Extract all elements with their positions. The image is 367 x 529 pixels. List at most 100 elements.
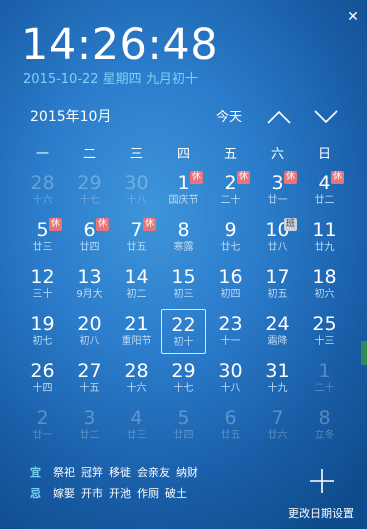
day-cell-other-month[interactable]: 29 十七 bbox=[66, 167, 113, 214]
day-lunar-label: 十八 bbox=[126, 195, 147, 206]
day-cell[interactable]: 9 廿七 bbox=[207, 214, 254, 261]
day-cell[interactable]: 4 廿二休 bbox=[301, 167, 348, 214]
day-cell[interactable]: 24 霜降 bbox=[254, 308, 301, 355]
day-cell-other-month[interactable]: 6 廿五 bbox=[207, 402, 254, 449]
day-cell[interactable]: 28 十六 bbox=[113, 355, 160, 402]
day-cell-other-month[interactable]: 30 十八 bbox=[113, 167, 160, 214]
day-lunar-label: 廿一 bbox=[32, 430, 53, 441]
day-number: 19 bbox=[30, 313, 55, 335]
day-cell[interactable]: 10 廿八班 bbox=[254, 214, 301, 261]
day-number: 6 bbox=[224, 407, 237, 429]
day-cell-other-month[interactable]: 3 廿二 bbox=[66, 402, 113, 449]
day-lunar-label: 初七 bbox=[32, 336, 53, 347]
holiday-badge: 休 bbox=[190, 171, 203, 184]
day-number: 8 bbox=[177, 219, 190, 241]
almanac-yi-label: 宜 bbox=[30, 466, 41, 479]
day-cell[interactable]: 6 廿四休 bbox=[66, 214, 113, 261]
clock-time: 14:26:48 bbox=[21, 20, 219, 70]
almanac-yi-row: 宜 祭祀 冠笄 移徙 会亲友 纳财 bbox=[30, 462, 204, 483]
day-cell[interactable]: 29 十七 bbox=[160, 355, 207, 402]
holiday-badge: 休 bbox=[143, 218, 156, 231]
day-cell[interactable]: 15 初三 bbox=[160, 261, 207, 308]
day-cell-selected[interactable]: 22 初十 bbox=[161, 309, 206, 354]
day-cell[interactable]: 11 廿九 bbox=[301, 214, 348, 261]
day-cell[interactable]: 1 国庆节休 bbox=[160, 167, 207, 214]
day-cell[interactable]: 8 寒露 bbox=[160, 214, 207, 261]
day-cell[interactable]: 30 十八 bbox=[207, 355, 254, 402]
day-lunar-label: 初五 bbox=[267, 289, 288, 300]
day-cell-other-month[interactable]: 1 二十 bbox=[301, 355, 348, 402]
day-number: 28 bbox=[124, 360, 149, 382]
day-cell-other-month[interactable]: 8 立冬 bbox=[301, 402, 348, 449]
date-lunar-line[interactable]: 2015-10-22 星期四 九月初十 bbox=[23, 71, 198, 89]
today-button[interactable]: 今天 bbox=[216, 108, 242, 128]
day-cell[interactable]: 27 十五 bbox=[66, 355, 113, 402]
day-number: 21 bbox=[124, 313, 149, 335]
day-cell-other-month[interactable]: 5 廿四 bbox=[160, 402, 207, 449]
day-cell[interactable]: 13 9月大 bbox=[66, 261, 113, 308]
prev-month-button[interactable] bbox=[264, 104, 294, 130]
day-lunar-label: 初三 bbox=[173, 289, 194, 300]
day-number: 28 bbox=[30, 172, 55, 194]
next-month-button[interactable] bbox=[311, 104, 341, 130]
weekday-label: 三 bbox=[129, 147, 143, 162]
almanac-ji-row: 忌 嫁娶 开市 开池 作厕 破土 bbox=[30, 483, 204, 504]
day-lunar-label: 初八 bbox=[79, 336, 100, 347]
day-cell-other-month[interactable]: 2 廿一 bbox=[19, 402, 66, 449]
day-cell[interactable]: 25 十三 bbox=[301, 308, 348, 355]
day-lunar-label: 十五 bbox=[79, 383, 100, 394]
almanac-ji-label: 忌 bbox=[30, 487, 41, 500]
day-cell[interactable]: 31 十九 bbox=[254, 355, 301, 402]
add-event-button[interactable] bbox=[308, 467, 336, 495]
day-number: 24 bbox=[265, 313, 290, 335]
close-button[interactable]: ✕ bbox=[345, 9, 361, 25]
day-number: 4 bbox=[130, 407, 143, 429]
day-cell[interactable]: 3 廿一休 bbox=[254, 167, 301, 214]
background-window-edge bbox=[361, 341, 367, 365]
day-lunar-label: 廿七 bbox=[220, 242, 241, 253]
day-number: 14 bbox=[124, 266, 149, 288]
day-cell-other-month[interactable]: 7 廿六 bbox=[254, 402, 301, 449]
day-cell[interactable]: 23 十一 bbox=[207, 308, 254, 355]
day-lunar-label: 霜降 bbox=[267, 336, 288, 347]
day-cell[interactable]: 2 二十休 bbox=[207, 167, 254, 214]
almanac: 宜 祭祀 冠笄 移徙 会亲友 纳财 忌 嫁娶 开市 开池 作厕 破土 bbox=[30, 462, 204, 504]
chevron-down-icon bbox=[314, 110, 338, 124]
almanac-item: 嫁娶 bbox=[53, 487, 75, 500]
day-lunar-label: 廿二 bbox=[314, 195, 335, 206]
day-number: 29 bbox=[77, 172, 102, 194]
almanac-item: 移徙 bbox=[109, 466, 131, 479]
day-number: 26 bbox=[30, 360, 55, 382]
day-cell[interactable]: 5 廿三休 bbox=[19, 214, 66, 261]
close-icon: ✕ bbox=[347, 9, 359, 25]
day-lunar-label: 廿五 bbox=[126, 242, 147, 253]
day-lunar-label: 十一 bbox=[220, 336, 241, 347]
day-number: 5 bbox=[177, 407, 190, 429]
day-lunar-label: 廿二 bbox=[79, 430, 100, 441]
month-label[interactable]: 2015年10月 bbox=[30, 107, 111, 127]
day-lunar-label: 廿九 bbox=[314, 242, 335, 253]
day-lunar-label: 廿三 bbox=[32, 242, 53, 253]
day-cell[interactable]: 16 初四 bbox=[207, 261, 254, 308]
day-cell[interactable]: 20 初八 bbox=[66, 308, 113, 355]
day-number: 29 bbox=[171, 360, 196, 382]
day-lunar-label: 初四 bbox=[220, 289, 241, 300]
change-date-settings-link[interactable]: 更改日期设置 bbox=[288, 506, 354, 522]
day-cell[interactable]: 14 初二 bbox=[113, 261, 160, 308]
almanac-item: 开市 bbox=[81, 487, 103, 500]
day-cell[interactable]: 26 十四 bbox=[19, 355, 66, 402]
day-lunar-label: 廿一 bbox=[267, 195, 288, 206]
day-cell-other-month[interactable]: 4 廿三 bbox=[113, 402, 160, 449]
day-cell-other-month[interactable]: 28 十六 bbox=[19, 167, 66, 214]
calendar-grid: 28 十六 29 十七 30 十八 1 国庆节休 2 二十休 3 廿一休 4 廿二休 5 廿三休 6 廿四休 7 廿五… bbox=[19, 167, 348, 449]
day-cell[interactable]: 12 三十 bbox=[19, 261, 66, 308]
day-number: 1 bbox=[318, 360, 331, 382]
weekday-label: 六 bbox=[270, 147, 284, 162]
day-cell[interactable]: 7 廿五休 bbox=[113, 214, 160, 261]
day-cell[interactable]: 18 初六 bbox=[301, 261, 348, 308]
day-cell[interactable]: 17 初五 bbox=[254, 261, 301, 308]
day-cell[interactable]: 19 初七 bbox=[19, 308, 66, 355]
day-cell[interactable]: 21 重阳节 bbox=[113, 308, 160, 355]
day-lunar-label: 三十 bbox=[32, 289, 53, 300]
day-number: 11 bbox=[312, 219, 337, 241]
